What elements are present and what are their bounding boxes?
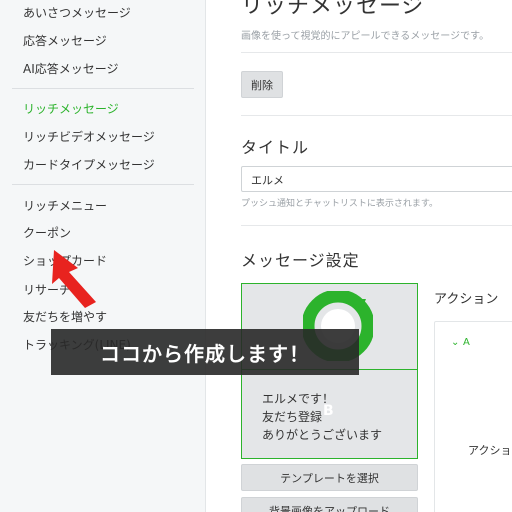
sidebar-item-rich-message[interactable]: リッチメッセージ [23, 100, 119, 117]
action-item-a[interactable]: A [463, 337, 470, 348]
sidebar-divider [12, 88, 194, 89]
area-a-label: A [323, 312, 334, 328]
divider [241, 225, 512, 226]
title-section-heading: タイトル [241, 138, 310, 157]
page-subtitle: 画像を使って視覚的にアピールできるメッセージです。 [241, 31, 490, 42]
page-title: リッチメッセージ [241, 0, 425, 19]
divider [241, 115, 512, 116]
message-settings-heading: メッセージ設定 [241, 251, 360, 270]
title-input[interactable]: エルメ [241, 166, 512, 192]
action-label: アクション [434, 292, 499, 307]
action-type-label: アクショ [468, 444, 512, 457]
annotation-banner: ココから作成します！ [51, 329, 359, 375]
red-arrow-icon [52, 250, 96, 308]
divider [241, 52, 512, 53]
delete-button[interactable]: 削除 [241, 71, 283, 98]
upload-background-button[interactable]: 背景画像をアップロード [241, 497, 418, 512]
sidebar-divider [12, 184, 194, 185]
action-panel: ⌄ A アクショ [434, 321, 512, 512]
sidebar-item-ai-response-message[interactable]: AI応答メッセージ [23, 60, 119, 77]
main-content: リッチメッセージ 画像を使って視覚的にアピールできるメッセージです。 削除 タイ… [207, 0, 512, 512]
sidebar-item-card-type-message[interactable]: カードタイプメッセージ [23, 156, 155, 173]
select-template-button[interactable]: テンプレートを選択 [241, 464, 418, 491]
sidebar-item-response-message[interactable]: 応答メッセージ [23, 32, 107, 49]
sidebar-item-coupon[interactable]: クーポン [23, 224, 71, 241]
title-help-text: プッシュ通知とチャットリストに表示されます。 [241, 199, 439, 209]
sidebar-item-greeting-message[interactable]: あいさつメッセージ [23, 4, 131, 21]
sidebar-item-rich-menu[interactable]: リッチメニュー [23, 197, 107, 214]
chevron-down-icon[interactable]: ⌄ [451, 337, 459, 348]
annotation-banner-text: ココから作成します！ [100, 341, 310, 366]
preview-text: エルメです！ 友だち登録 ありがとうございます [262, 392, 383, 442]
sidebar-item-rich-video-message[interactable]: リッチビデオメッセージ [23, 128, 155, 145]
